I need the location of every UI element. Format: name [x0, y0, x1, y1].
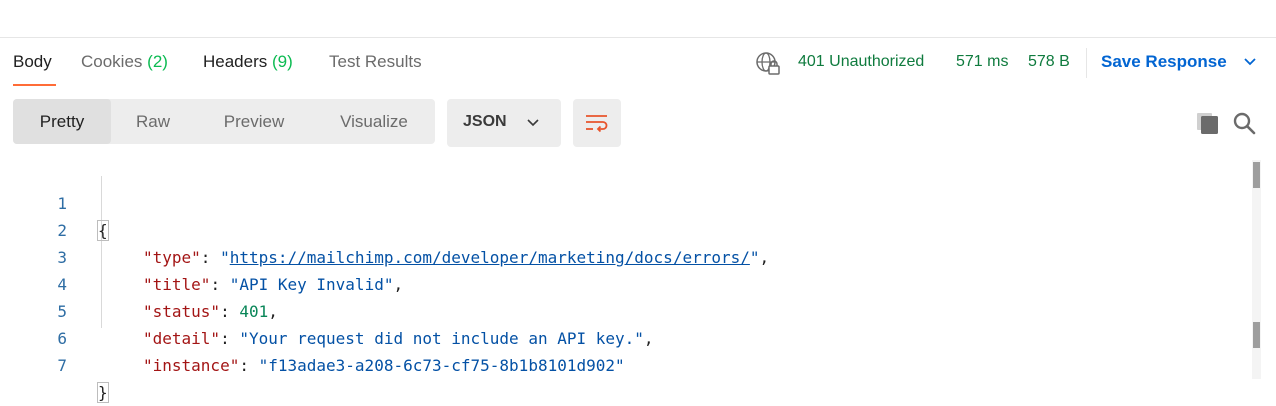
json-key-instance: "instance": [143, 356, 240, 375]
search-icon[interactable]: [1232, 111, 1256, 135]
close-brace: }: [97, 382, 109, 403]
code-line: 7 }: [0, 325, 1240, 403]
line-number: 7: [57, 356, 67, 375]
view-mode-pretty[interactable]: Pretty: [13, 99, 111, 144]
code-line: 4 "status": 401,: [0, 244, 1240, 321]
wrap-lines-icon: [586, 115, 608, 133]
code-line: 2 "type": "https://mailchimp.com/develop…: [0, 190, 1240, 267]
tab-cookies[interactable]: Cookies (2): [81, 52, 168, 72]
tab-headers[interactable]: Headers (9): [203, 52, 293, 72]
chevron-down-icon[interactable]: [1243, 57, 1257, 67]
scrollbar-marker-top[interactable]: [1253, 162, 1260, 188]
scrollbar-marker-bottom[interactable]: [1253, 322, 1260, 348]
tab-body[interactable]: Body: [13, 52, 52, 72]
code-line: 1 {: [0, 163, 1240, 241]
tab-cookies-label: Cookies: [81, 52, 143, 71]
globe-lock-icon[interactable]: [755, 51, 781, 77]
active-tab-indicator: [13, 84, 56, 86]
response-size[interactable]: 578 B: [1028, 53, 1070, 71]
copy-icon[interactable]: [1196, 111, 1220, 135]
response-time[interactable]: 571 ms: [956, 53, 1008, 71]
request-area-edge: [0, 0, 1276, 38]
view-mode-toggle: Pretty Raw Preview Visualize: [13, 99, 435, 144]
code-line: 5 "detail": "Your request did not includ…: [0, 271, 1240, 348]
view-mode-preview[interactable]: Preview: [195, 99, 313, 144]
save-response-button[interactable]: Save Response: [1101, 52, 1227, 72]
divider: [1086, 48, 1087, 78]
wrap-lines-button[interactable]: [573, 99, 621, 147]
tab-test-results-label: Test Results: [329, 52, 422, 71]
json-value-instance: "f13adae3-a208-6c73-cf75-8b1b8101d902": [258, 356, 625, 375]
tab-test-results[interactable]: Test Results: [329, 52, 422, 72]
format-dropdown-value: JSON: [463, 113, 507, 130]
tab-headers-label: Headers: [203, 52, 268, 71]
view-mode-raw[interactable]: Raw: [111, 99, 195, 144]
view-mode-visualize[interactable]: Visualize: [313, 99, 435, 144]
tab-body-label: Body: [13, 52, 52, 71]
code-line: 3 "title": "API Key Invalid",: [0, 217, 1240, 294]
code-line: 6 "instance": "f13adae3-a208-6c73-cf75-8…: [0, 298, 1240, 375]
tab-headers-count: (9): [272, 52, 293, 71]
chevron-down-icon: [527, 119, 539, 127]
format-dropdown[interactable]: JSON: [447, 99, 561, 147]
tab-cookies-count: (2): [147, 52, 168, 71]
status-code[interactable]: 401 Unauthorized: [798, 53, 924, 71]
response-tab-bar: Body Cookies (2) Headers (9) Test Result…: [0, 38, 1276, 88]
